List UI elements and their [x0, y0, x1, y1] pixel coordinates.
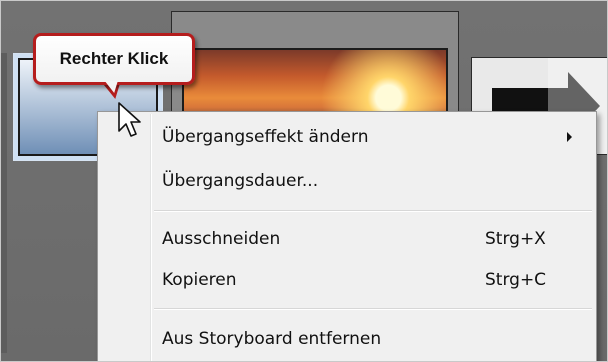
context-menu: Übergangseffekt ändern Übergangsdauer...… [97, 111, 597, 361]
mouse-pointer-icon [118, 102, 141, 137]
storyboard-workspace: Übergangseffekt ändern Übergangsdauer...… [0, 0, 608, 362]
menu-item-change-transition[interactable]: Übergangseffekt ändern [98, 118, 596, 156]
menu-item-copy[interactable]: Kopieren Strg+C [98, 261, 596, 299]
menu-item-label: Ausschneiden [162, 229, 281, 249]
menu-separator [154, 210, 592, 211]
menu-item-label: Übergangsdauer... [162, 171, 319, 191]
right-click-callout: Rechter Klick [33, 33, 195, 85]
menu-item-transition-duration[interactable]: Übergangsdauer... [98, 162, 596, 200]
storyboard-track [1, 53, 7, 353]
callout-text: Rechter Klick [59, 49, 169, 68]
menu-separator [154, 308, 592, 309]
menu-item-label: Übergangseffekt ändern [162, 127, 369, 147]
menu-item-cut[interactable]: Ausschneiden Strg+X [98, 220, 596, 258]
menu-item-label: Aus Storyboard entfernen [162, 329, 382, 349]
menu-item-shortcut: Strg+C [485, 270, 547, 290]
menu-item-label: Kopieren [162, 270, 237, 290]
menu-item-remove-from-storyboard[interactable]: Aus Storyboard entfernen [98, 320, 596, 358]
chevron-right-icon [567, 132, 572, 142]
menu-item-shortcut: Strg+X [485, 229, 546, 249]
